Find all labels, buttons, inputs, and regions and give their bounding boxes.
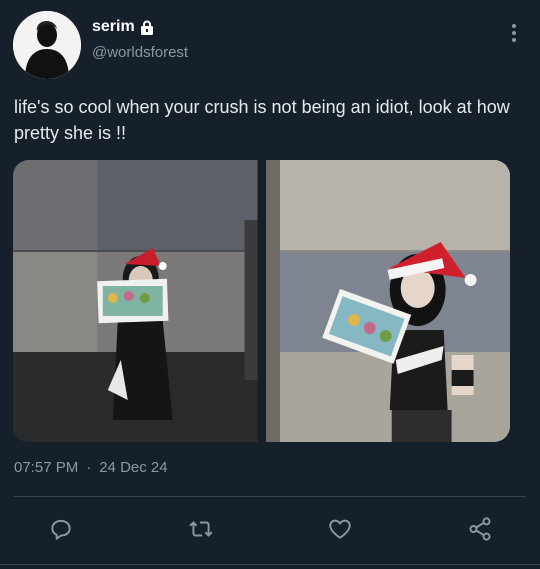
name-row: serim xyxy=(92,18,154,36)
avatar[interactable] xyxy=(13,11,81,79)
user-handle[interactable]: @worldsforest xyxy=(92,44,188,61)
meta-separator: · xyxy=(86,459,92,476)
photo-2[interactable] xyxy=(265,160,510,442)
reply-button[interactable] xyxy=(44,512,78,546)
retweet-icon xyxy=(189,521,213,537)
retweet-button[interactable] xyxy=(184,512,218,546)
bottom-divider xyxy=(0,564,540,565)
share-button[interactable] xyxy=(463,512,497,546)
photo-1[interactable] xyxy=(13,160,258,442)
avatar-image xyxy=(13,11,81,79)
display-name[interactable]: serim xyxy=(92,18,135,36)
action-bar xyxy=(0,512,540,546)
like-icon xyxy=(329,519,351,539)
tweet-text: life's so cool when your crush is not be… xyxy=(14,97,510,143)
tweet-time[interactable]: 07:57 PM xyxy=(14,459,78,476)
lock-icon xyxy=(140,20,154,35)
share-icon xyxy=(469,517,491,541)
tweet-date[interactable]: 24 Dec 24 xyxy=(99,459,167,476)
divider xyxy=(14,496,526,497)
like-button[interactable] xyxy=(323,512,357,546)
media-grid xyxy=(13,160,510,442)
more-options-icon[interactable] xyxy=(510,23,518,43)
tweet-meta: 07:57 PM · 24 Dec 24 xyxy=(14,459,168,476)
reply-icon xyxy=(51,519,71,540)
